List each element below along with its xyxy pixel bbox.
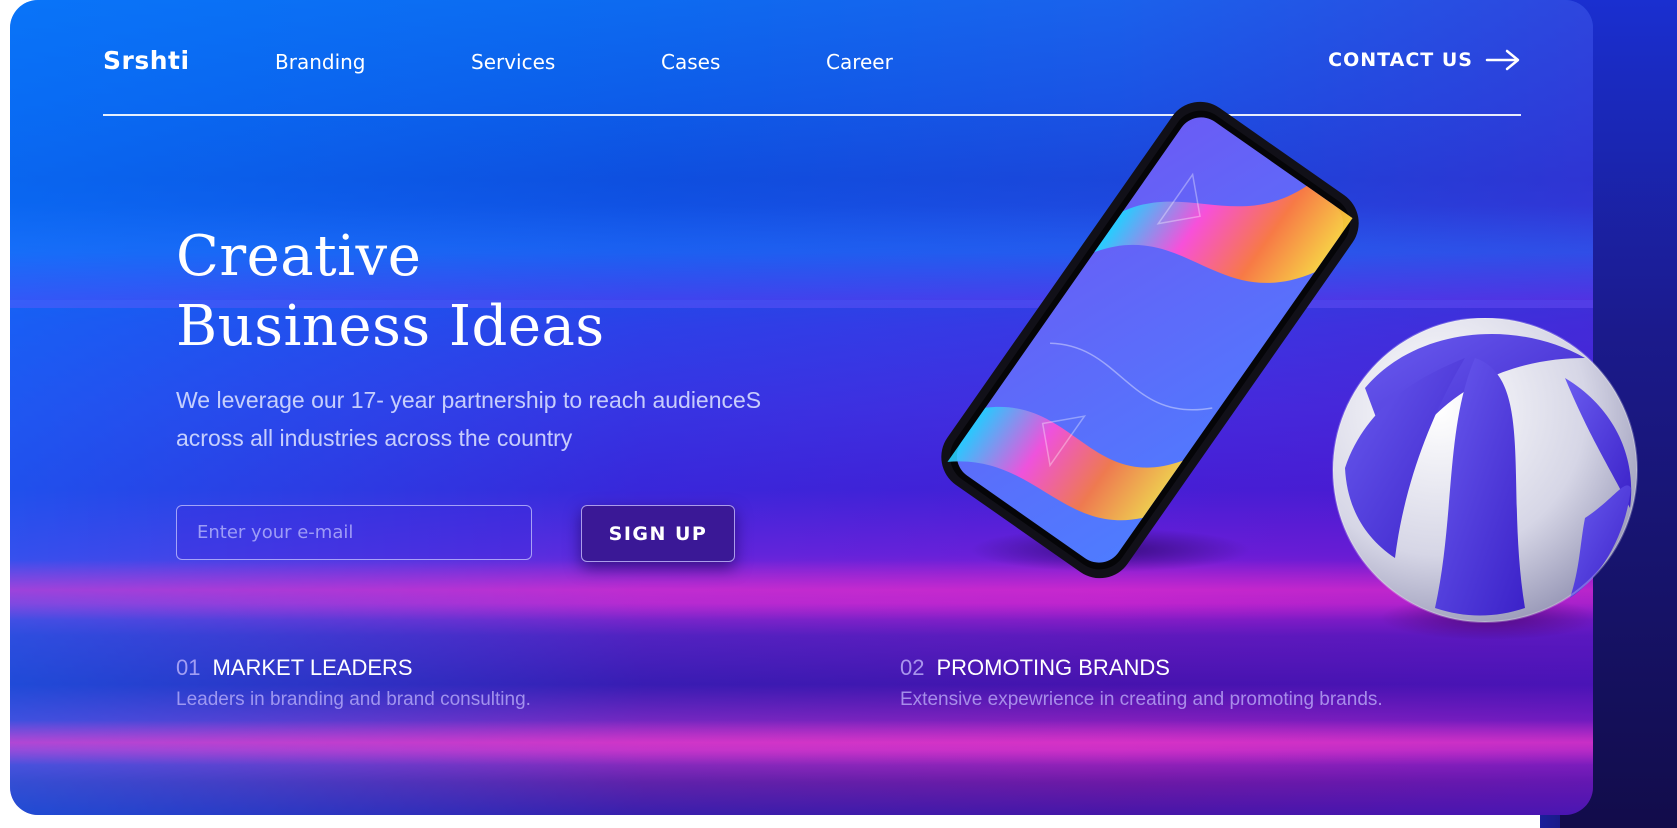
light-band [10, 720, 1593, 765]
hero-subtitle-line: We leverage our 17- year partnership to … [176, 387, 762, 413]
hero-title-line: Creative [176, 224, 422, 289]
nav-link-cases[interactable]: Cases [661, 50, 720, 74]
contact-us-label: CONTACT US [1328, 49, 1473, 71]
feature-number: 02 [900, 655, 925, 680]
hero-title: Creative Business Ideas [176, 222, 605, 362]
feature-description: Leaders in branding and brand consulting… [176, 689, 531, 710]
sphere-icon [1332, 318, 1638, 640]
logo[interactable]: Srshti [103, 46, 190, 75]
feature-title: MARKET LEADERS [212, 655, 413, 680]
contact-us-link[interactable]: CONTACT US [1328, 48, 1521, 72]
feature-item: 01 MARKET LEADERS Leaders in branding and… [176, 655, 531, 711]
page: Srshti Branding Services Cases Career CO… [0, 0, 1677, 828]
sign-up-button[interactable]: SIGN UP [581, 505, 735, 562]
nav-link-branding[interactable]: Branding [275, 50, 366, 74]
feature-title: PROMOTING BRANDS [936, 655, 1170, 680]
email-input[interactable] [176, 505, 532, 560]
feature-item: 02 PROMOTING BRANDS Extensive expewrience… [900, 655, 1383, 711]
hero-subtitle: We leverage our 17- year partnership to … [176, 381, 856, 457]
hero-title-line: Business Ideas [176, 294, 605, 359]
feature-number: 01 [176, 655, 201, 680]
arrow-right-icon [1485, 49, 1520, 71]
nav-link-career[interactable]: Career [826, 50, 893, 74]
hero-subtitle-line: across all industries across the country [176, 425, 573, 451]
nav-link-services[interactable]: Services [471, 50, 555, 74]
feature-description: Extensive expewrience in creating and pr… [900, 689, 1383, 710]
phone-icon [941, 101, 1359, 579]
